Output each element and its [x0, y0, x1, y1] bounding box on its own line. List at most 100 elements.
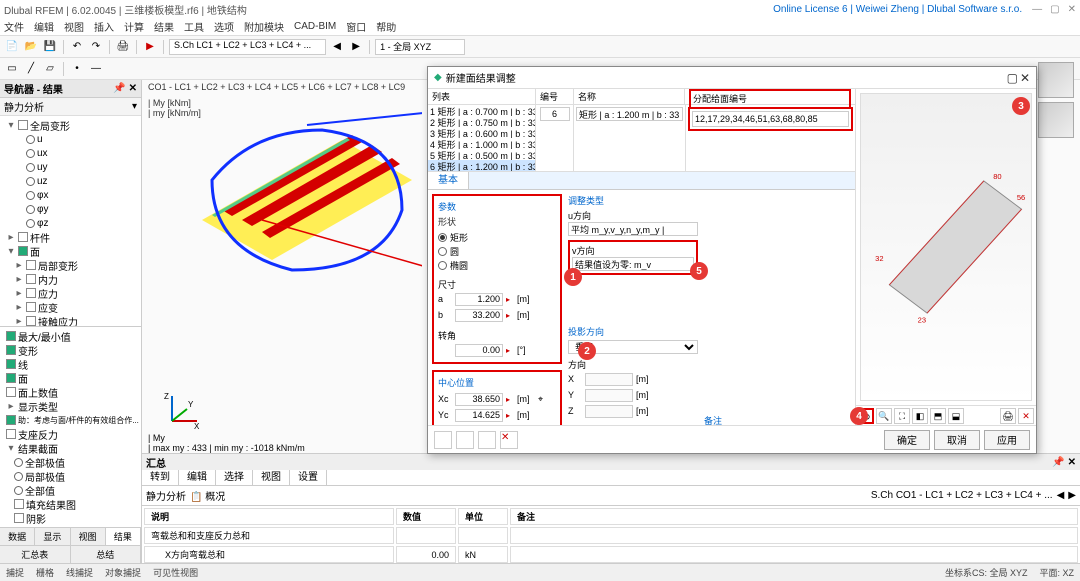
- nav-tab-results[interactable]: 结果: [106, 528, 141, 545]
- summary-combo-dd[interactable]: S.Ch CO1 - LC1 + LC2 + LC3 + LC4 + ...: [871, 490, 1053, 501]
- footer-help-icon[interactable]: [478, 431, 496, 449]
- prev-icon[interactable]: ◀: [329, 39, 345, 55]
- loadcase-dropdown[interactable]: S.Ch LC1 + LC2 + LC3 + LC4 + ...: [169, 39, 326, 55]
- svg-text:23: 23: [918, 316, 926, 325]
- footer-copy-icon[interactable]: [456, 431, 474, 449]
- rot-input[interactable]: [455, 344, 503, 357]
- summary-next-icon[interactable]: ▶: [1068, 490, 1076, 501]
- member-icon[interactable]: —: [88, 61, 104, 77]
- nav-bigtab-summary[interactable]: 汇总表: [0, 546, 71, 563]
- redo-icon[interactable]: ↷: [88, 39, 104, 55]
- pv-top-icon[interactable]: ⬒: [930, 408, 946, 424]
- svg-text:56: 56: [1017, 193, 1025, 202]
- model-view[interactable]: [182, 110, 422, 290]
- zc-input[interactable]: [455, 425, 503, 426]
- menu-edit[interactable]: 编辑: [34, 19, 54, 34]
- save-icon[interactable]: 💾: [42, 39, 58, 55]
- footer-new-icon[interactable]: [434, 431, 452, 449]
- v-dir-group: v方向: [568, 240, 698, 275]
- statusbar: 捕捉 栅格 线捕捉 对象捕捉 可见性视图 坐标系CS: 全局 XYZ 平面: X…: [0, 563, 1080, 581]
- pv-close-icon[interactable]: ✕: [1018, 408, 1034, 424]
- dim-a-input[interactable]: [455, 293, 503, 306]
- workspace-dropdown[interactable]: 1 - 全局 XYZ: [375, 39, 465, 55]
- apply-button[interactable]: 应用: [984, 430, 1030, 450]
- next-icon[interactable]: ▶: [348, 39, 364, 55]
- menu-help[interactable]: 帮助: [376, 19, 396, 34]
- summary-analysis-dd[interactable]: 静力分析: [146, 488, 186, 503]
- number-input[interactable]: [540, 107, 570, 121]
- item-list[interactable]: 1 矩形 | a : 0.700 m | b : 33.200 m 2 矩形 |…: [428, 105, 536, 171]
- menu-calc[interactable]: 计算: [124, 19, 144, 34]
- summary-overview-dd[interactable]: 📋 概况: [190, 488, 225, 503]
- node-icon[interactable]: •: [69, 61, 85, 77]
- menu-results[interactable]: 结果: [154, 19, 174, 34]
- status-objsnap[interactable]: 对象捕捉: [105, 566, 141, 579]
- menu-insert[interactable]: 插入: [94, 19, 114, 34]
- minimize-icon[interactable]: —: [1032, 4, 1042, 15]
- line-icon[interactable]: ╱: [23, 61, 39, 77]
- xc-input[interactable]: [455, 393, 503, 406]
- calc-icon[interactable]: ▶: [142, 39, 158, 55]
- menu-view[interactable]: 视图: [64, 19, 84, 34]
- pv-iso-icon[interactable]: ◧: [912, 408, 928, 424]
- dialog-max-icon[interactable]: ▢: [1007, 71, 1018, 85]
- pv-zoom-icon[interactable]: 🔍: [876, 408, 892, 424]
- radio-rect: [438, 233, 447, 242]
- iso-cube-icon[interactable]: [1038, 62, 1074, 98]
- pv-fit-icon[interactable]: ⛶: [894, 408, 910, 424]
- tab-basic[interactable]: 基本: [428, 172, 469, 189]
- pv-front-icon[interactable]: ⬓: [948, 408, 964, 424]
- nav-options: 最大/最小值 变形 线 面 面上数值 ▸显示类型 助：考虑与面/杆件的有效组合作…: [0, 326, 141, 527]
- status-cs: 坐标系CS: 全局 XYZ: [945, 566, 1028, 579]
- iso-cube2-icon[interactable]: [1038, 102, 1074, 138]
- undo-icon[interactable]: ↶: [69, 39, 85, 55]
- dropdown-icon[interactable]: ▾: [132, 101, 137, 112]
- nav-bigtab-total[interactable]: 总结: [71, 546, 142, 563]
- print-icon[interactable]: 🖨: [115, 39, 131, 55]
- v-dir-input[interactable]: [572, 257, 694, 271]
- new-icon[interactable]: 📄: [4, 39, 20, 55]
- surface-icon[interactable]: ▱: [42, 61, 58, 77]
- nav-tab-display[interactable]: 显示: [35, 528, 70, 545]
- dim-b-input[interactable]: [455, 309, 503, 322]
- summary-close-icon[interactable]: 📌 ✕: [1052, 457, 1076, 468]
- maximize-icon[interactable]: ▢: [1050, 4, 1059, 15]
- dialog-close-icon[interactable]: ✕: [1020, 71, 1030, 85]
- status-vis[interactable]: 可见性视图: [153, 566, 198, 579]
- pick-icon[interactable]: ⌖: [538, 394, 543, 405]
- assign-surfaces-input[interactable]: [692, 111, 849, 127]
- menu-cadbim[interactable]: CAD-BIM: [294, 21, 336, 32]
- tree-global-def[interactable]: 全局变形: [30, 118, 70, 133]
- vp-footer: | My| max my : 433 | min my : -1018 kNm/…: [148, 433, 305, 453]
- nav-analysis[interactable]: 静力分析: [4, 99, 44, 114]
- cancel-button[interactable]: 取消: [934, 430, 980, 450]
- menu-window[interactable]: 窗口: [346, 19, 366, 34]
- status-grid[interactable]: 栅格: [36, 566, 54, 579]
- svg-text:Z: Z: [164, 392, 169, 401]
- close-icon[interactable]: ✕: [1068, 4, 1076, 15]
- menu-tools[interactable]: 工具: [184, 19, 204, 34]
- menu-options[interactable]: 选项: [214, 19, 234, 34]
- pv-print-icon[interactable]: 🖨: [1000, 408, 1016, 424]
- summary-title: 汇总: [146, 455, 166, 470]
- open-icon[interactable]: 📂: [23, 39, 39, 55]
- preview-3d[interactable]: 32 80 56 23: [860, 93, 1032, 401]
- select-icon[interactable]: ▭: [4, 61, 20, 77]
- u-dir-input[interactable]: [568, 222, 698, 236]
- menu-file[interactable]: 文件: [4, 19, 24, 34]
- summary-prev-icon[interactable]: ◀: [1057, 490, 1065, 501]
- pin-icon[interactable]: 📌 ✕: [113, 83, 137, 94]
- svg-text:Y: Y: [188, 400, 194, 409]
- result-tree[interactable]: ▾全局变形 u ux uy uz φx φy φz ▸杆件 ▾面 ▸局部变形 ▸…: [0, 116, 141, 326]
- menu-addons[interactable]: 附加模块: [244, 19, 284, 34]
- status-snap[interactable]: 捕捉: [6, 566, 24, 579]
- name-input[interactable]: [576, 107, 683, 121]
- ok-button[interactable]: 确定: [884, 430, 930, 450]
- view-cubes[interactable]: [1038, 62, 1076, 142]
- status-osnap[interactable]: 线捕捉: [66, 566, 93, 579]
- svg-text:32: 32: [875, 254, 883, 263]
- nav-tab-data[interactable]: 数据: [0, 528, 35, 545]
- yc-input[interactable]: [455, 409, 503, 422]
- footer-del-icon[interactable]: ✕: [500, 431, 518, 449]
- nav-tab-view[interactable]: 视图: [71, 528, 106, 545]
